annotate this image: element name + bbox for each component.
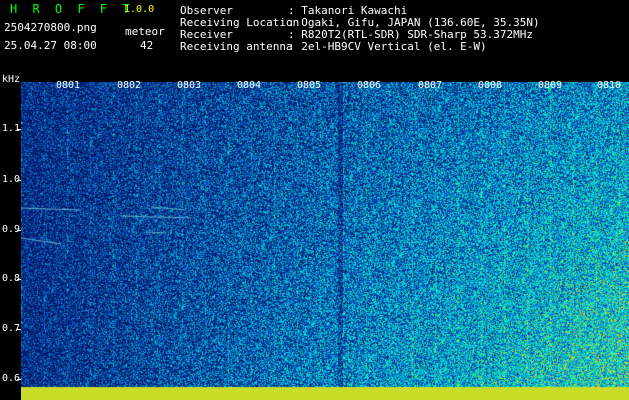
antenna-value: : 2el-HB9CV Vertical (el. E-W) bbox=[288, 40, 487, 53]
x-tick-label: 0806 bbox=[357, 80, 382, 91]
meteor-count-label: meteor bbox=[125, 25, 165, 38]
app-version: 1.0.0 bbox=[124, 4, 155, 15]
y-tick-mark bbox=[17, 279, 21, 280]
observation-datetime: 25.04.27 08:00 bbox=[4, 39, 97, 52]
x-tick-label: 0801 bbox=[56, 80, 81, 91]
x-tick-label: 0803 bbox=[177, 80, 202, 91]
x-tick-label: 0808 bbox=[478, 80, 503, 91]
x-tick-label: 0804 bbox=[237, 80, 262, 91]
x-tick-label: 0807 bbox=[418, 80, 443, 91]
y-tick-mark bbox=[17, 379, 21, 380]
spectrogram-plot bbox=[21, 82, 629, 400]
x-tick-label: 0810 bbox=[597, 80, 622, 91]
y-tick-mark bbox=[17, 230, 21, 231]
meteor-count-value: 42 bbox=[140, 39, 154, 52]
app-brand: H R O F F T bbox=[10, 2, 134, 16]
spectrogram-canvas bbox=[21, 82, 629, 400]
y-axis-unit: kHz bbox=[2, 74, 21, 85]
y-tick-mark bbox=[17, 180, 21, 181]
x-tick-label: 0809 bbox=[538, 80, 563, 91]
antenna-label: Receiving antenna bbox=[180, 40, 293, 53]
y-tick-mark bbox=[17, 329, 21, 330]
x-tick-label: 0802 bbox=[117, 80, 142, 91]
y-tick-mark bbox=[17, 129, 21, 130]
x-tick-label: 0805 bbox=[297, 80, 322, 91]
file-name: 2504270800.png bbox=[4, 21, 97, 34]
